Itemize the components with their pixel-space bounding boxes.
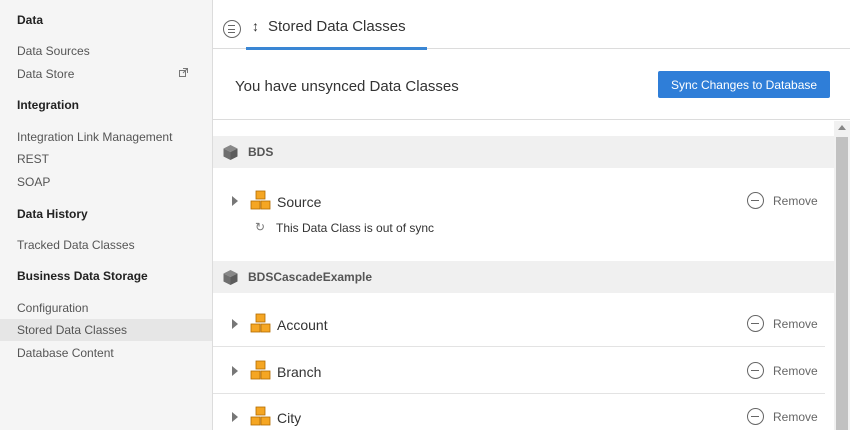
list-item-city: City Remove bbox=[213, 394, 825, 430]
out-of-sync-icon: ↻ bbox=[255, 220, 266, 234]
sidebar-item-data-store[interactable]: Data Store bbox=[0, 63, 212, 85]
group-header-bds: BDS bbox=[213, 136, 834, 168]
group-header-bdscascadeexample: BDSCascadeExample bbox=[213, 261, 834, 293]
expand-caret-icon[interactable] bbox=[232, 412, 238, 422]
unsynced-banner: You have unsynced Data Classes Sync Chan… bbox=[213, 50, 850, 120]
expand-caret-icon[interactable] bbox=[232, 319, 238, 329]
sidebar-section-integration-title: Integration bbox=[17, 98, 79, 112]
sidebar-item-rest[interactable]: REST bbox=[0, 148, 212, 170]
group-name: BDS bbox=[248, 145, 274, 159]
expand-caret-icon[interactable] bbox=[232, 196, 238, 206]
data-class-icon bbox=[250, 406, 271, 426]
tab-stored-data-classes[interactable]: ↕ Stored Data Classes bbox=[246, 0, 427, 50]
scroll-up-arrow-icon[interactable] bbox=[838, 125, 846, 130]
data-class-name: Branch bbox=[277, 364, 322, 380]
sidebar-item-integration-link-management[interactable]: Integration Link Management bbox=[0, 126, 212, 148]
sidebar-section-data-history-title: Data History bbox=[17, 207, 88, 221]
data-class-name: Account bbox=[277, 317, 328, 333]
scrollbar-thumb[interactable] bbox=[836, 137, 848, 430]
list-item-source: Source Remove bbox=[213, 178, 825, 248]
sync-changes-button[interactable]: Sync Changes to Database bbox=[658, 71, 830, 98]
list-item-branch: Branch Remove bbox=[213, 348, 825, 394]
cube-icon bbox=[223, 145, 238, 160]
sidebar-section-business-data-storage-title: Business Data Storage bbox=[17, 269, 148, 283]
remove-label: Remove bbox=[773, 317, 818, 331]
data-class-name: Source bbox=[277, 194, 322, 210]
remove-label: Remove bbox=[773, 194, 818, 208]
remove-icon bbox=[747, 192, 764, 209]
tab-label: Stored Data Classes bbox=[268, 18, 406, 35]
expand-caret-icon[interactable] bbox=[232, 366, 238, 376]
main-panel: ↕ Stored Data Classes You have unsynced … bbox=[213, 0, 850, 430]
remove-label: Remove bbox=[773, 364, 818, 378]
list-item-account: Account Remove bbox=[213, 301, 825, 347]
remove-icon bbox=[747, 362, 764, 379]
data-class-icon bbox=[250, 360, 271, 380]
remove-icon bbox=[747, 315, 764, 332]
sync-icon: ↕ bbox=[252, 18, 259, 34]
vertical-scrollbar[interactable] bbox=[834, 121, 850, 430]
sidebar-item-data-sources[interactable]: Data Sources bbox=[0, 40, 212, 62]
sidebar-section-data-title: Data bbox=[17, 13, 44, 27]
unsynced-message: You have unsynced Data Classes bbox=[235, 78, 459, 95]
data-class-icon bbox=[250, 313, 271, 333]
data-class-name: City bbox=[277, 410, 302, 426]
group-name: BDSCascadeExample bbox=[248, 270, 373, 284]
out-of-sync-text: This Data Class is out of sync bbox=[276, 221, 435, 235]
sidebar-item-stored-data-classes[interactable]: Stored Data Classes bbox=[0, 319, 212, 341]
sidebar: Data Data Sources Data Store Integration… bbox=[0, 0, 213, 430]
sidebar-item-tracked-data-classes[interactable]: Tracked Data Classes bbox=[0, 234, 212, 256]
external-link-icon bbox=[179, 68, 188, 77]
sidebar-item-label: Data Store bbox=[17, 67, 75, 81]
data-class-icon bbox=[250, 190, 271, 210]
data-class-list: BDS Source Remove ↻ This Data Class is o… bbox=[213, 121, 834, 430]
menu-icon[interactable] bbox=[223, 20, 241, 38]
remove-icon bbox=[747, 408, 764, 425]
sidebar-item-soap[interactable]: SOAP bbox=[0, 171, 212, 193]
remove-label: Remove bbox=[773, 410, 818, 424]
sidebar-item-configuration[interactable]: Configuration bbox=[0, 297, 212, 319]
tab-bar: ↕ Stored Data Classes bbox=[213, 0, 850, 50]
sidebar-item-database-content[interactable]: Database Content bbox=[0, 342, 212, 364]
cube-icon bbox=[223, 270, 238, 285]
